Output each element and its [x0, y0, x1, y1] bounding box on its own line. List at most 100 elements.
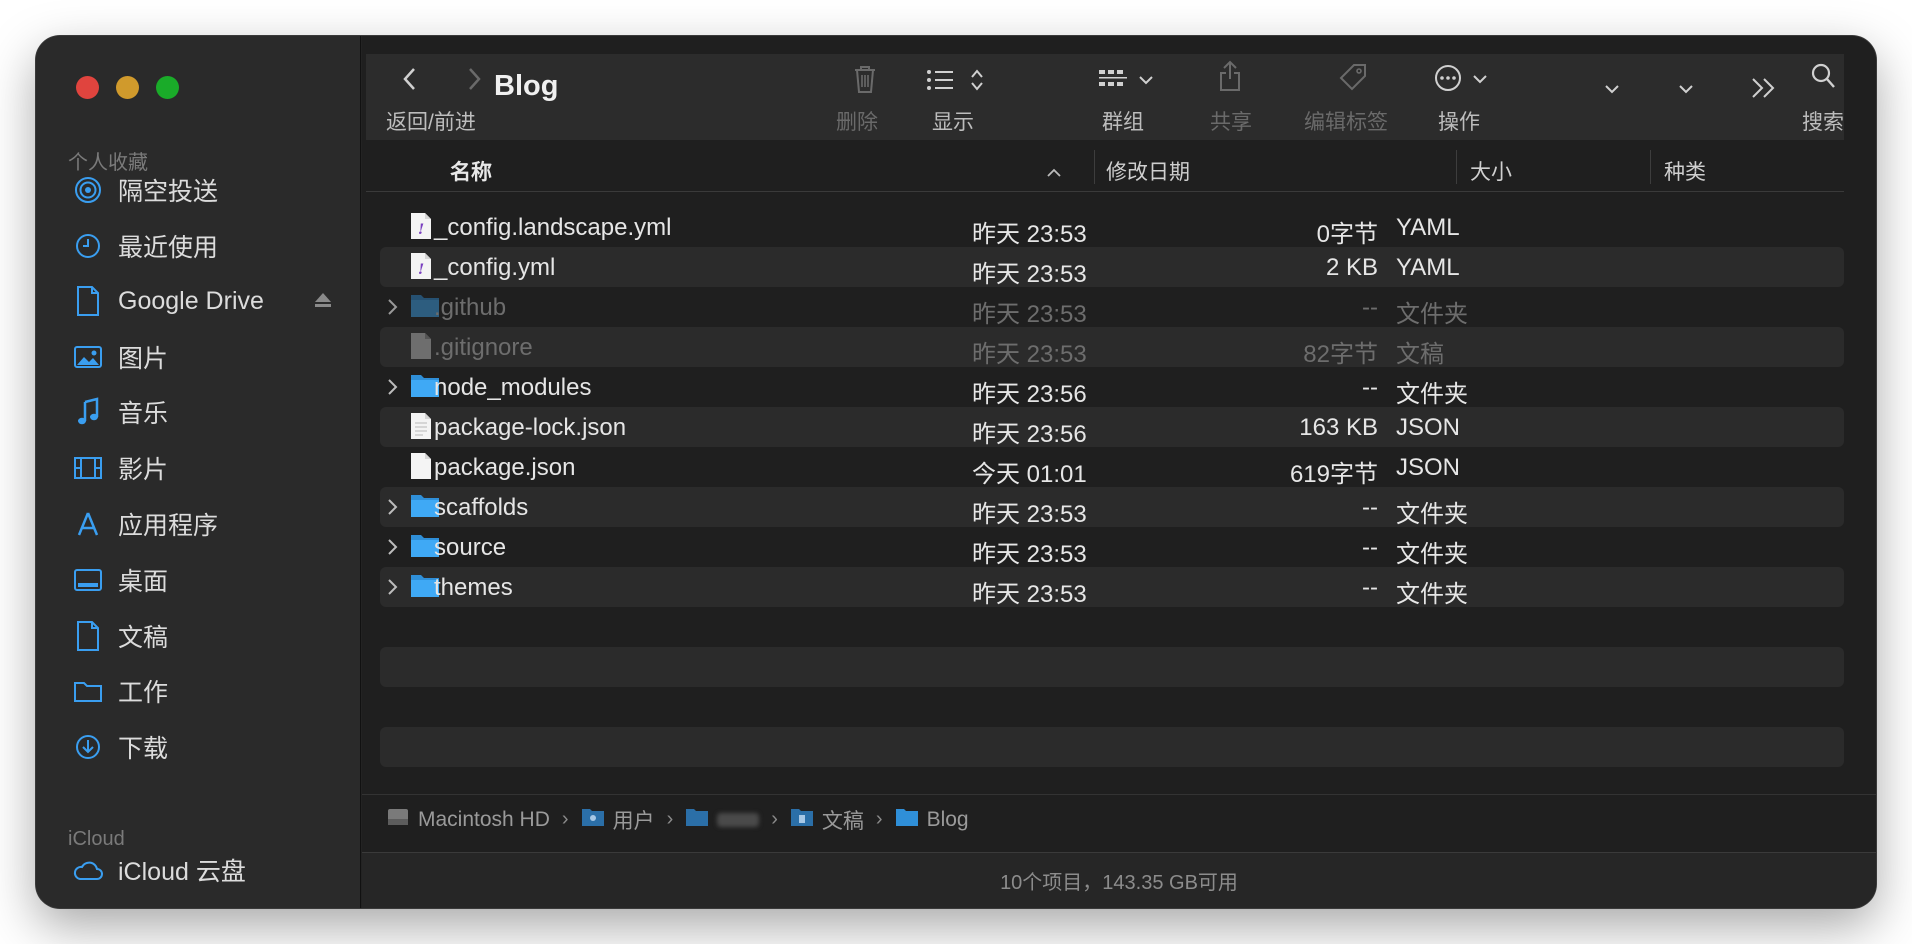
disclosure-chevron-icon[interactable]: [386, 296, 402, 316]
action-button[interactable]: 操作: [1434, 54, 1514, 140]
eject-icon[interactable]: [312, 289, 334, 318]
chevron-down-icon[interactable]: [1678, 82, 1694, 100]
svg-text:!: !: [418, 262, 424, 278]
sidebar-item-music[interactable]: 音乐: [72, 392, 342, 432]
path-item-blog[interactable]: Blog: [895, 807, 969, 833]
group-icon: [1098, 68, 1128, 95]
disclosure-chevron-icon[interactable]: [386, 496, 402, 516]
folder-icon: [790, 807, 814, 833]
column-divider[interactable]: [1094, 150, 1095, 184]
sidebar-item-label: 下载: [118, 735, 169, 763]
zoom-button[interactable]: [156, 76, 179, 99]
svg-text:!: !: [418, 222, 424, 238]
chevron-down-icon: [1472, 72, 1488, 90]
file-size: --: [1362, 534, 1378, 561]
sidebar-item-airdrop[interactable]: 隔空投送: [72, 170, 342, 210]
column-name[interactable]: 名称: [450, 156, 492, 186]
forward-icon[interactable]: [464, 66, 484, 97]
file-row-package-lock[interactable]: package-lock.json 昨天 23:56 163 KB JSON: [380, 407, 1844, 448]
empty-row: [380, 647, 1844, 687]
disclosure-chevron-icon[interactable]: [386, 576, 402, 596]
file-row-node-modules[interactable]: node_modules 昨天 23:56 -- 文件夹: [380, 367, 1844, 408]
sidebar-item-documents[interactable]: 文稿: [72, 616, 342, 656]
document-icon: [72, 285, 104, 317]
column-header: 名称 修改日期 大小 种类: [366, 142, 1844, 192]
traffic-lights: [76, 76, 179, 99]
file-name: node_modules: [434, 374, 592, 401]
close-button[interactable]: [76, 76, 99, 99]
file-kind: 文件夹: [1396, 381, 1468, 408]
search-label: 搜索: [1802, 111, 1844, 134]
path-separator-icon: ›: [771, 808, 778, 830]
file-row-gitignore[interactable]: .gitignore 昨天 23:53 82字节 文稿: [380, 327, 1844, 368]
sidebar-item-recents[interactable]: 最近使用: [72, 226, 342, 266]
icloud-header: iCloud: [68, 828, 125, 850]
file-row-scaffolds[interactable]: scaffolds 昨天 23:53 -- 文件夹: [380, 487, 1844, 528]
share-label: 共享: [1210, 111, 1252, 134]
file-row-source[interactable]: source 昨天 23:53 -- 文件夹: [380, 527, 1844, 568]
desktop-icon: [72, 564, 104, 596]
status-bar: 10个项目，143.35 GB可用: [362, 852, 1876, 908]
file-row-themes[interactable]: themes 昨天 23:53 -- 文件夹: [380, 567, 1844, 608]
group-button[interactable]: 群组: [1098, 54, 1168, 140]
file-kind: 文件夹: [1396, 501, 1468, 528]
overflow-chevrons-icon[interactable]: [1750, 76, 1778, 105]
disclosure-chevron-icon[interactable]: [386, 536, 402, 556]
column-divider[interactable]: [1456, 150, 1457, 184]
column-divider[interactable]: [1650, 150, 1651, 184]
window-title: Blog: [494, 70, 559, 102]
file-date: 昨天 23:53: [972, 541, 1087, 568]
share-button[interactable]: 共享: [1204, 54, 1254, 140]
path-item-home[interactable]: [685, 807, 760, 833]
tags-label: 编辑标签: [1304, 111, 1388, 134]
file-row-config-landscape[interactable]: ! _config.landscape.yml 昨天 23:53 0字节 YAM…: [380, 207, 1844, 248]
column-kind[interactable]: 种类: [1664, 156, 1706, 186]
sidebar-item-label: 工作: [118, 679, 169, 707]
file-size: --: [1362, 294, 1378, 321]
file-date: 昨天 23:53: [972, 501, 1087, 528]
main-pane: 返回/前进 Blog 删除 显示 群组 共享 编辑标签 操作 搜索 名称 修改日…: [362, 36, 1876, 908]
file-size: 619字节: [1289, 461, 1378, 488]
edit-tags-button[interactable]: 编辑标签: [1304, 54, 1404, 140]
view-button[interactable]: 显示: [926, 54, 1006, 140]
sidebar-item-label: 影片: [118, 456, 169, 484]
sidebar-item-movies[interactable]: 影片: [72, 448, 342, 488]
list-view-icon: [926, 69, 954, 96]
minimize-button[interactable]: [116, 76, 139, 99]
sidebar-item-work[interactable]: 工作: [72, 671, 342, 711]
back-icon[interactable]: [400, 66, 420, 97]
column-date[interactable]: 修改日期: [1106, 156, 1190, 186]
file-row-github[interactable]: .github 昨天 23:53 -- 文件夹: [380, 287, 1844, 328]
path-item-users[interactable]: 用户: [581, 805, 655, 835]
file-date: 昨天 23:53: [972, 261, 1087, 288]
file-row-config[interactable]: ! _config.yml 昨天 23:53 2 KB YAML: [380, 247, 1844, 288]
redacted-username: [717, 812, 760, 827]
path-label: Macintosh HD: [418, 807, 550, 831]
trash-icon: [852, 64, 878, 99]
path-item-macintosh-hd[interactable]: Macintosh HD: [386, 806, 550, 834]
file-size: 0字节: [1316, 221, 1378, 248]
tag-icon: [1338, 62, 1368, 97]
json-file-icon: [410, 452, 432, 487]
sidebar-item-pictures[interactable]: 图片: [72, 337, 342, 377]
file-kind: JSON: [1396, 454, 1461, 481]
disclosure-chevron-icon[interactable]: [386, 376, 402, 396]
sidebar-item-desktop[interactable]: 桌面: [72, 560, 342, 600]
sidebar-item-google-drive[interactable]: Google Drive: [72, 281, 342, 321]
search-button[interactable]: 搜索: [1794, 54, 1844, 140]
file-row-package[interactable]: package.json 今天 01:01 619字节 JSON: [380, 447, 1844, 488]
file-date: 昨天 23:56: [972, 381, 1087, 408]
file-kind: YAML: [1396, 254, 1460, 281]
column-size[interactable]: 大小: [1470, 156, 1512, 186]
chevron-down-icon[interactable]: [1604, 82, 1620, 100]
file-name: package-lock.json: [434, 414, 627, 441]
sidebar-item-applications[interactable]: 应用程序: [72, 504, 342, 544]
clock-icon: [72, 230, 104, 262]
file-name: _config.yml: [434, 254, 556, 281]
delete-button[interactable]: 删除: [836, 54, 896, 140]
sidebar-item-icloud-drive[interactable]: iCloud 云盘: [72, 850, 342, 890]
chevron-updown-icon: [970, 68, 984, 97]
file-size: 2 KB: [1325, 254, 1378, 281]
path-item-documents[interactable]: 文稿: [790, 805, 864, 835]
sidebar-item-downloads[interactable]: 下载: [72, 727, 342, 767]
